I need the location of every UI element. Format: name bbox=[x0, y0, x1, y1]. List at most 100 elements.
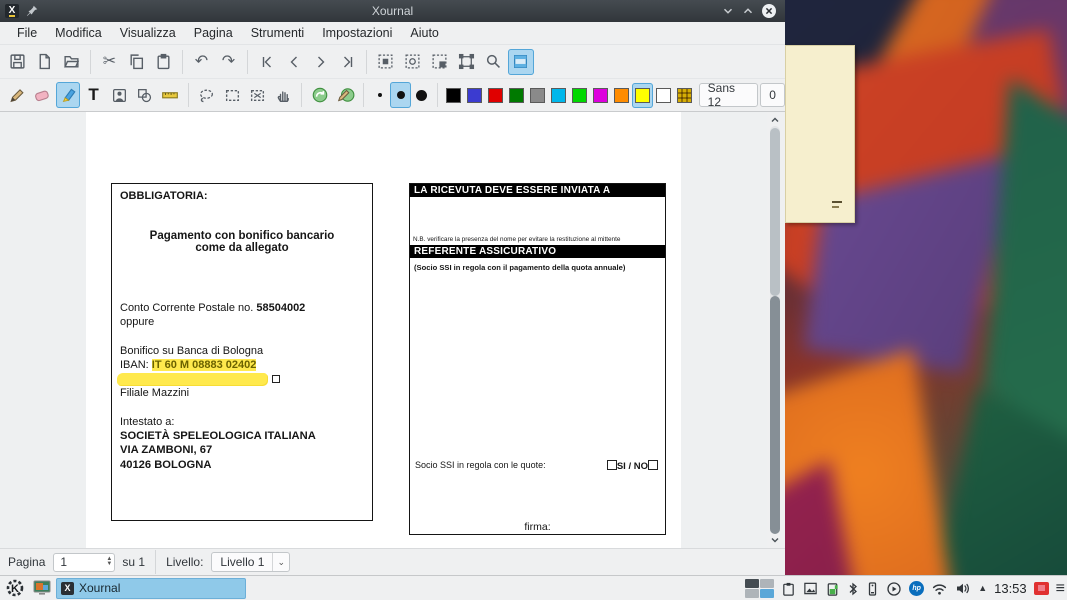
document-page[interactable]: OBBLIGATORIA: Pagamento con bonifico ban… bbox=[86, 112, 681, 548]
zoom-in-icon[interactable] bbox=[427, 49, 453, 75]
first-page-button[interactable] bbox=[254, 49, 280, 75]
note-resize-handle[interactable] bbox=[830, 200, 844, 210]
save-button[interactable] bbox=[5, 49, 31, 75]
paste-button[interactable] bbox=[151, 49, 177, 75]
red-folder-icon[interactable] bbox=[1034, 582, 1049, 595]
show-desktop-button[interactable] bbox=[33, 580, 51, 596]
pen-size-fine[interactable] bbox=[369, 82, 390, 108]
wifi-tray-icon[interactable] bbox=[931, 581, 948, 596]
page-number-input[interactable]: 1 ▲▼ bbox=[53, 553, 115, 572]
xournal-window: X Xournal File Modifica Visualizza Pagin… bbox=[0, 0, 785, 575]
bluetooth-tray-icon[interactable] bbox=[847, 581, 859, 597]
bank-line: Bonifico su Banca di Bologna bbox=[120, 345, 263, 357]
text-tool-icon[interactable]: T bbox=[81, 82, 106, 108]
page-count-label: su 1 bbox=[122, 555, 145, 569]
firma-label: firma: bbox=[410, 521, 665, 533]
color-swatch-00b7eb[interactable] bbox=[548, 83, 569, 108]
new-page-button[interactable] bbox=[32, 49, 58, 75]
last-page-button[interactable] bbox=[335, 49, 361, 75]
media-player-tray-icon[interactable] bbox=[886, 581, 902, 597]
color-swatch-3b3bd0[interactable] bbox=[464, 83, 485, 108]
menu-modifica[interactable]: Modifica bbox=[46, 23, 111, 43]
color-swatch-007a00[interactable] bbox=[506, 83, 527, 108]
highlighter-tool-icon[interactable] bbox=[56, 82, 81, 108]
color-swatch-8a8a8a[interactable] bbox=[527, 83, 548, 108]
scroll-up-icon[interactable] bbox=[769, 114, 781, 126]
menu-pagina[interactable]: Pagina bbox=[185, 23, 242, 43]
menu-impostazioni[interactable]: Impostazioni bbox=[313, 23, 401, 43]
region-select-icon[interactable] bbox=[246, 82, 271, 108]
zoom-out-icon[interactable] bbox=[373, 49, 399, 75]
vertical-scrollbar[interactable] bbox=[769, 112, 781, 548]
color-swatch-pattern[interactable] bbox=[674, 83, 695, 108]
redo-icon[interactable]: ↷ bbox=[216, 49, 242, 75]
volume-tray-icon[interactable] bbox=[955, 581, 971, 596]
desktop-wallpaper bbox=[785, 0, 1067, 575]
virtual-desktop-pager[interactable] bbox=[745, 579, 774, 598]
kde-menu-button[interactable]: K bbox=[5, 578, 25, 598]
menu-aiuto[interactable]: Aiuto bbox=[401, 23, 448, 43]
tray-expand-icon[interactable]: ▲ bbox=[978, 584, 987, 593]
screenshot-tray-icon[interactable] bbox=[803, 581, 818, 596]
sticky-note-widget[interactable] bbox=[785, 45, 855, 223]
taskbar-clock[interactable]: 13:53 bbox=[994, 581, 1027, 596]
menu-strumenti[interactable]: Strumenti bbox=[242, 23, 314, 43]
color-swatch-ffffff[interactable] bbox=[653, 83, 674, 108]
scrollbar-thumb[interactable] bbox=[770, 296, 780, 534]
menu-file[interactable]: File bbox=[8, 23, 46, 43]
eraser-tool-icon[interactable] bbox=[30, 82, 55, 108]
pen-size-medium[interactable] bbox=[390, 82, 411, 108]
checkbox-no[interactable] bbox=[648, 460, 658, 470]
hp-tray-icon[interactable]: hp bbox=[909, 581, 924, 596]
scroll-down-icon[interactable] bbox=[769, 534, 781, 546]
color-swatch-000000[interactable] bbox=[443, 83, 464, 108]
image-tool-icon[interactable] bbox=[107, 82, 132, 108]
color-swatch-ffff00[interactable] bbox=[632, 83, 653, 108]
iban-value: IT 60 M 08883 02402 bbox=[152, 359, 257, 371]
device-tray-icon[interactable] bbox=[866, 581, 879, 597]
shape-recognizer-icon[interactable] bbox=[308, 82, 333, 108]
referente-header: REFERENTE ASSICURATIVO bbox=[410, 245, 665, 258]
page-width-button[interactable] bbox=[508, 49, 534, 75]
font-button[interactable]: Sans 12 bbox=[699, 83, 759, 107]
ruled-pen-icon[interactable] bbox=[333, 82, 358, 108]
rect-select-icon[interactable] bbox=[220, 82, 245, 108]
taskbar-task-xournal[interactable]: X Xournal bbox=[56, 578, 246, 599]
menu-visualizza[interactable]: Visualizza bbox=[111, 23, 185, 43]
zoom-tool-icon[interactable] bbox=[481, 49, 507, 75]
open-button[interactable] bbox=[59, 49, 85, 75]
minimize-button[interactable] bbox=[721, 4, 735, 18]
undo-icon[interactable]: ↶ bbox=[189, 49, 215, 75]
previous-page-button[interactable] bbox=[281, 49, 307, 75]
ruler-tool-icon[interactable] bbox=[158, 82, 183, 108]
next-page-button[interactable] bbox=[308, 49, 334, 75]
zoom-fit-icon[interactable] bbox=[454, 49, 480, 75]
org-address2: 40126 BOLOGNA bbox=[120, 459, 211, 471]
battery-tray-icon[interactable] bbox=[825, 581, 840, 597]
canvas-area[interactable]: OBBLIGATORIA: Pagamento con bonifico ban… bbox=[0, 112, 767, 548]
hand-tool-icon[interactable] bbox=[271, 82, 296, 108]
zoom-original-icon[interactable] bbox=[400, 49, 426, 75]
color-swatch-ff8c00[interactable] bbox=[611, 83, 632, 108]
panel-menu-icon[interactable]: ≡ bbox=[1056, 581, 1065, 597]
pen-tool-icon[interactable] bbox=[5, 82, 30, 108]
shape-tool-icon[interactable] bbox=[132, 82, 157, 108]
color-swatch-00d800[interactable] bbox=[569, 83, 590, 108]
copy-button[interactable] bbox=[124, 49, 150, 75]
color-swatch-e00000[interactable] bbox=[485, 83, 506, 108]
receipt-header: LA RICEVUTA DEVE ESSERE INVIATA A bbox=[410, 184, 665, 197]
font-size-button[interactable]: 0 bbox=[760, 83, 785, 107]
cut-icon[interactable]: ✂ bbox=[97, 49, 123, 75]
pen-size-thick[interactable] bbox=[411, 82, 432, 108]
checkbox-si[interactable] bbox=[607, 460, 617, 470]
color-swatch-dd00dd[interactable] bbox=[590, 83, 611, 108]
close-button[interactable] bbox=[761, 3, 777, 19]
receipt-box: LA RICEVUTA DEVE ESSERE INVIATA A N.B. v… bbox=[409, 183, 666, 535]
maximize-button[interactable] bbox=[741, 4, 755, 18]
clipboard-tray-icon[interactable] bbox=[781, 581, 796, 597]
si-no-label: SI / NO bbox=[617, 461, 648, 472]
account-number: 58504002 bbox=[256, 302, 305, 314]
lasso-select-icon[interactable] bbox=[194, 82, 219, 108]
titlebar[interactable]: X Xournal bbox=[0, 0, 785, 22]
layer-dropdown[interactable]: Livello 1 ⌄ bbox=[211, 552, 290, 572]
